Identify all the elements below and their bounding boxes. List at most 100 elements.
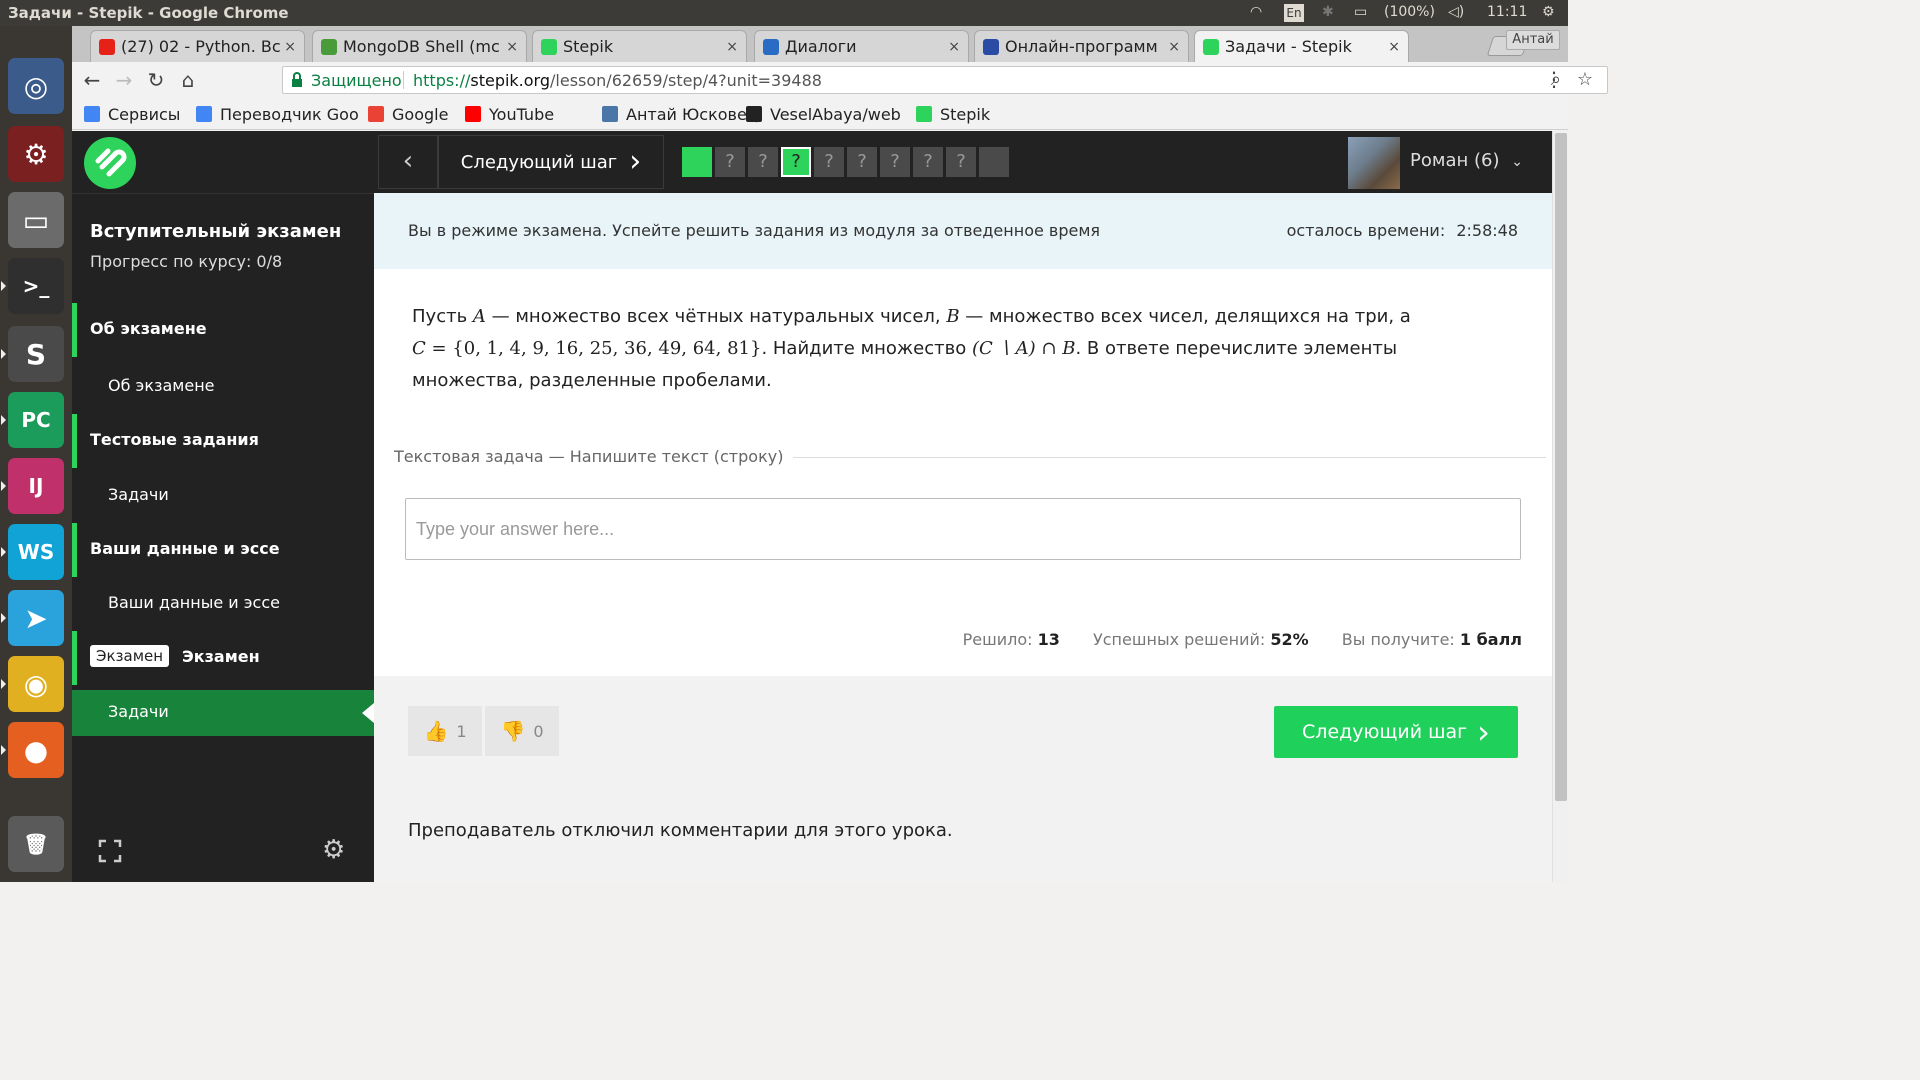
bookmark-item[interactable]: Stepik [916, 103, 990, 125]
power-icon[interactable]: ⚙ [1542, 4, 1555, 20]
success-value: 52% [1270, 630, 1309, 649]
bookmark-item[interactable]: VeselAbaya/web [746, 103, 901, 125]
step-indicator-4[interactable]: ? [781, 147, 811, 177]
url-host: stepik.org [470, 71, 551, 90]
back-icon[interactable]: ← [80, 68, 104, 92]
next-step-button[interactable]: Следующий шаг › [1274, 706, 1518, 758]
reward-label: Вы получите: [1341, 630, 1455, 649]
launcher-firefox-icon[interactable]: ● [8, 722, 64, 778]
next-step-header-button[interactable]: Следующий шаг › [438, 135, 664, 189]
launcher-terminal-icon[interactable]: >_ [8, 258, 64, 314]
battery-icon[interactable]: ▭ [1354, 4, 1367, 20]
browser-tab[interactable]: Онлайн-программ × [974, 30, 1189, 62]
clock[interactable]: 11:11 [1487, 4, 1527, 20]
step-indicator-6[interactable]: ? [847, 147, 877, 177]
tab-close-icon[interactable]: × [948, 39, 960, 55]
tab-close-icon[interactable]: × [726, 39, 738, 55]
keyboard-layout-indicator[interactable]: En [1284, 4, 1304, 22]
tab-close-icon[interactable]: × [506, 39, 518, 55]
math-expression: (C ∖ A) ∩ B [971, 338, 1076, 359]
fullscreen-icon[interactable] [98, 839, 122, 863]
next-step-label: Следующий шаг [1302, 721, 1468, 743]
launcher-system-settings-icon[interactable]: ⚙ [8, 126, 64, 182]
prev-step-button[interactable]: ‹ [378, 135, 438, 189]
tab-close-icon[interactable]: × [1388, 39, 1400, 55]
forward-icon[interactable]: → [112, 68, 136, 92]
tab-close-icon[interactable]: × [1168, 39, 1180, 55]
launcher-files-icon[interactable]: ▭ [8, 192, 64, 248]
star-icon[interactable]: ☆ [1577, 69, 1593, 90]
user-menu[interactable]: Роман (6) ⌄ [1410, 150, 1523, 171]
stepik-logo[interactable] [84, 137, 136, 189]
bookmark-item[interactable]: Антай Юсковец [602, 103, 758, 125]
launcher-webstorm-icon[interactable]: WS [8, 524, 64, 580]
page-scrollbar[interactable] [1552, 131, 1568, 882]
sidebar-item-tasks-1[interactable]: Задачи [72, 473, 374, 519]
user-name: Роман (6) [1410, 150, 1500, 171]
browser-tab[interactable]: (27) 02 - Python. Bc × [90, 30, 305, 62]
sidebar-section-tests[interactable]: Тестовые задания [72, 414, 374, 468]
bluetooth-icon[interactable]: ✱ [1322, 4, 1334, 20]
step-stats: Решило: 13 Успешных решений: 52% Вы полу… [963, 630, 1522, 649]
sidebar-section-about[interactable]: Об экзамене [72, 303, 374, 357]
step-indicator-3[interactable]: ? [748, 147, 778, 177]
bookmark-item[interactable]: Google [368, 103, 448, 125]
course-title[interactable]: Вступительный экзамен [90, 221, 341, 242]
solved-value: 13 [1037, 630, 1060, 649]
browser-tab[interactable]: Диалоги × [754, 30, 969, 62]
wifi-icon[interactable]: ◠ [1250, 4, 1262, 20]
launcher-pycharm-icon[interactable]: PC [8, 392, 64, 448]
timer-value: 2:58:48 [1456, 221, 1518, 240]
chevron-right-icon: › [1477, 713, 1490, 751]
intellij-glyph: IJ [28, 474, 44, 498]
menu-icon[interactable]: ⋮ [1544, 67, 1564, 91]
bookmark-favicon-icon [602, 106, 618, 122]
launcher-ubuntu-dash-icon[interactable]: ◎ [8, 58, 64, 114]
trash-glyph: 🗑 [23, 832, 49, 856]
launcher-telegram-icon[interactable]: ➤ [8, 590, 64, 646]
question-fragment: — множество всех чётных натуральных чисе… [485, 306, 947, 327]
browser-tab[interactable]: Stepik × [532, 30, 747, 62]
sidebar-item-about[interactable]: Об экзамене [72, 364, 374, 410]
url-text[interactable]: https://stepik.org/lesson/62659/step/4?u… [413, 71, 822, 90]
bookmark-item[interactable]: Переводчик Goo [196, 103, 359, 125]
step-indicator-10[interactable] [979, 147, 1009, 177]
browser-tab[interactable]: Задачи - Stepik × [1194, 30, 1409, 62]
secure-label: Защищено [311, 71, 402, 90]
avatar[interactable] [1348, 137, 1400, 189]
section-title: Об экзамене [90, 319, 207, 338]
step-indicator-1[interactable] [682, 147, 712, 177]
launcher-sublime-text-icon[interactable]: S [8, 326, 64, 382]
home-icon[interactable]: ⌂ [176, 68, 200, 92]
launcher-trash-icon[interactable]: 🗑 [8, 816, 64, 872]
step-indicator-5[interactable]: ? [814, 147, 844, 177]
running-indicator [1, 613, 6, 623]
dislike-button[interactable]: 👎 0 [485, 706, 559, 756]
launcher-intellij-icon[interactable]: IJ [8, 458, 64, 514]
sidebar-section-exam[interactable]: Экзамен Экзамен [72, 631, 374, 685]
profile-button[interactable]: Антай [1506, 30, 1560, 50]
bookmark-item[interactable]: YouTube [465, 103, 554, 125]
tab-close-icon[interactable]: × [284, 39, 296, 55]
answer-input[interactable] [405, 498, 1521, 560]
sidebar-item-data-essay[interactable]: Ваши данные и эссе [72, 581, 374, 627]
battery-percent[interactable]: (100%) [1384, 4, 1435, 20]
volume-icon[interactable]: ◁) [1448, 4, 1464, 20]
browser-tab[interactable]: MongoDB Shell (mc × [312, 30, 527, 62]
step-indicator-9[interactable]: ? [946, 147, 976, 177]
like-button[interactable]: 👍 1 [408, 706, 482, 756]
settings-gear-icon[interactable]: ⚙ [322, 835, 345, 865]
tab-title: Онлайн-программ [1005, 37, 1158, 56]
step-indicator-7[interactable]: ? [880, 147, 910, 177]
reload-icon[interactable]: ↻ [144, 68, 168, 92]
question-fragment: Пусть [412, 306, 473, 327]
tab-favicon-icon [763, 38, 779, 55]
launcher-chrome-icon[interactable]: ◉ [8, 656, 64, 712]
bookmark-item[interactable]: Сервисы [84, 103, 180, 125]
step-indicator-2[interactable]: ? [715, 147, 745, 177]
address-bar[interactable]: Защищено https://stepik.org/lesson/62659… [282, 66, 1608, 94]
scrollbar-thumb[interactable] [1555, 133, 1567, 801]
step-indicator-8[interactable]: ? [913, 147, 943, 177]
sidebar-item-tasks-active[interactable]: Задачи [72, 690, 374, 736]
sidebar-section-data-essay[interactable]: Ваши данные и эссе [72, 523, 374, 577]
